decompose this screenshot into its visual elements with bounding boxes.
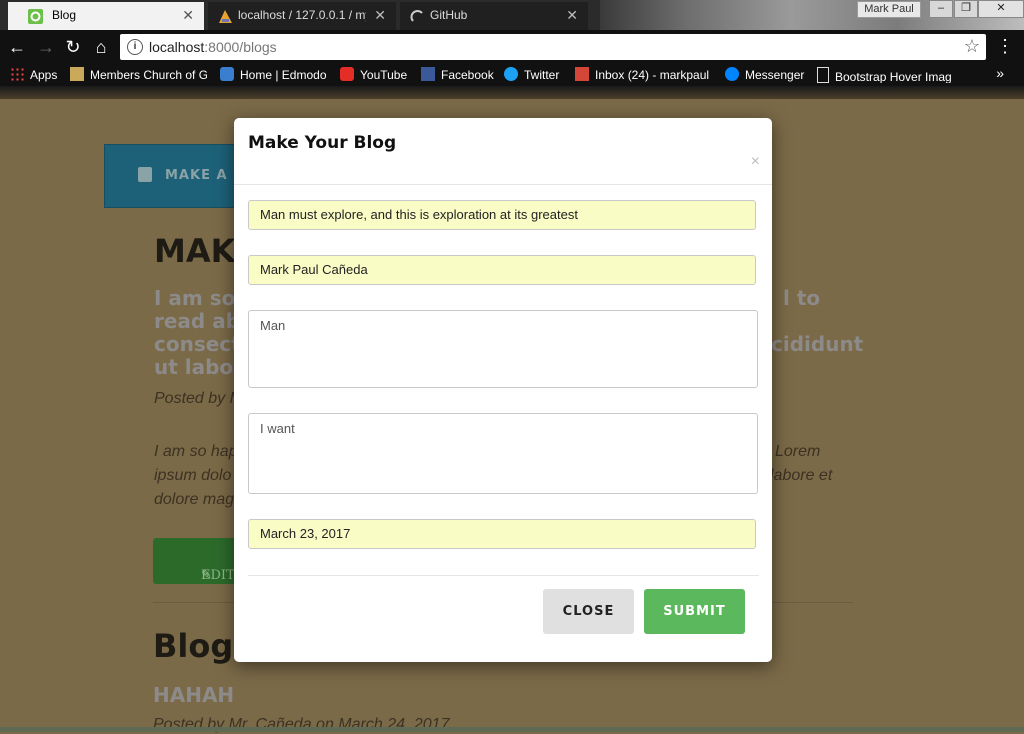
profile-badge[interactable]: Mark Paul	[857, 1, 921, 18]
posted-by: Posted by M	[154, 390, 243, 407]
bookmark-youtube[interactable]: YouTube	[340, 67, 407, 83]
bookmark-label: Bootstrap Hover Imag	[835, 70, 952, 83]
bookmark-star-icon[interactable]: ☆	[964, 36, 980, 57]
content-textarea[interactable]: I want	[248, 413, 758, 494]
subtitle-line: cididunt	[771, 332, 864, 356]
bookmark-label: Members Church of G	[90, 68, 207, 82]
blog-title: MAK	[154, 232, 236, 270]
tab-close-icon[interactable]: ✕	[182, 7, 194, 24]
modal-close-icon[interactable]: ×	[751, 153, 760, 171]
site-info-icon[interactable]: i	[127, 39, 143, 55]
restore-icon[interactable]: ❐	[954, 0, 978, 18]
forward-icon[interactable]: →	[35, 36, 57, 58]
tab-close-icon[interactable]: ✕	[374, 7, 386, 24]
tab-title: Blog	[52, 8, 77, 22]
page-header-strip	[0, 86, 1024, 99]
bookmark-label: Twitter	[524, 68, 560, 82]
url-text[interactable]: localhost:8000/blogs	[149, 39, 277, 55]
url-path: :8000/blogs	[204, 39, 277, 55]
reload-icon[interactable]: ↻	[62, 36, 84, 58]
date-input[interactable]: March 23, 2017	[248, 519, 756, 549]
bookmark-twitter[interactable]: Twitter	[504, 67, 559, 83]
blog2-subtitle: HAHAH	[153, 683, 235, 707]
book-icon	[138, 167, 152, 182]
blog2-title: Blog	[153, 627, 234, 665]
subtitle-textarea[interactable]: Man	[248, 310, 758, 388]
browser-menu-icon[interactable]: ⋮	[996, 36, 1014, 57]
minimize-icon[interactable]: –	[929, 0, 953, 18]
blog-excerpt-right: Lorem labore et	[770, 440, 845, 488]
page-icon	[817, 67, 829, 83]
tab-title: localhost / 127.0.0.1 / my	[238, 8, 366, 22]
modal-header-divider	[234, 184, 772, 185]
bookmark-label: Home | Edmodo	[240, 68, 327, 82]
modal-title: Make Your Blog	[248, 133, 397, 153]
home-icon[interactable]: ⌂	[90, 36, 112, 58]
back-icon[interactable]: ←	[6, 36, 28, 58]
close-button[interactable]: CLOSE	[543, 589, 634, 634]
subtitle-line	[783, 310, 863, 333]
taskbar-edge	[0, 727, 1024, 732]
address-bar[interactable]: i localhost:8000/blogs ☆	[120, 34, 986, 60]
excerpt-line: labore et	[770, 467, 833, 484]
subtitle-line: l to	[783, 286, 821, 310]
more-bookmarks-icon[interactable]: »	[996, 65, 1004, 81]
edit-label: EDIT	[201, 568, 235, 583]
tab-strip: Blog ✕ localhost / 127.0.0.1 / my ✕ GitH…	[0, 0, 1024, 30]
blog-favicon-icon	[28, 9, 43, 24]
bookmark-label: YouTube	[360, 68, 408, 82]
bookmark-gmail[interactable]: Inbox (24) - markpaul	[575, 67, 712, 83]
twitter-icon	[504, 67, 518, 81]
bookmarks-bar: Apps Members Church of G Home | Edmodo Y…	[0, 64, 1024, 86]
bookmark-messenger[interactable]: Messenger	[725, 67, 804, 83]
youtube-icon	[340, 67, 354, 81]
bookmark-edmodo[interactable]: Home | Edmodo	[220, 67, 327, 83]
gmail-icon	[575, 67, 589, 81]
tab-phpmyadmin[interactable]: localhost / 127.0.0.1 / my ✕	[208, 2, 396, 30]
bookmark-church[interactable]: Members Church of G	[70, 67, 207, 83]
facebook-icon	[421, 67, 435, 81]
bookmark-label: Messenger	[745, 68, 805, 82]
title-input[interactable]: Man must explore, and this is exploratio…	[248, 200, 756, 230]
make-blog-label: MAKE A B	[165, 168, 244, 183]
excerpt-line: Lorem	[775, 443, 821, 460]
church-icon	[70, 67, 84, 81]
author-input[interactable]: Mark Paul Cañeda	[248, 255, 756, 285]
window-close-icon[interactable]: ✕	[978, 0, 1024, 18]
edit-button[interactable]: ✎ EDIT	[153, 538, 243, 584]
make-blog-modal: Make Your Blog × Man must explore, and t…	[234, 118, 772, 662]
loading-spinner-icon	[410, 10, 423, 22]
tab-github[interactable]: GitHub ✕	[400, 2, 588, 30]
bookmark-label: Facebook	[441, 68, 494, 82]
messenger-icon	[725, 67, 739, 81]
browser-toolbar: ← → ↻ ⌂ i localhost:8000/blogs ☆ ⋮	[0, 30, 1024, 64]
bookmark-label: Inbox (24) - markpaul	[595, 68, 710, 82]
url-host: localhost	[149, 39, 205, 55]
tab-title: GitHub	[430, 8, 468, 22]
bookmark-apps[interactable]: Apps	[10, 67, 57, 83]
edmodo-icon	[220, 67, 234, 81]
bookmark-bootstrap[interactable]: Bootstrap Hover Imag	[817, 67, 952, 83]
submit-button[interactable]: SUBMIT	[644, 589, 745, 634]
tab-close-icon[interactable]: ✕	[566, 7, 578, 24]
blog-subtitle-right: l to cididunt	[771, 286, 863, 356]
phpmyadmin-favicon-icon	[219, 10, 232, 23]
bookmark-label: Apps	[30, 68, 58, 82]
tab-blog[interactable]: Blog ✕	[8, 2, 204, 30]
bookmark-facebook[interactable]: Facebook	[421, 67, 494, 83]
modal-footer-divider	[248, 575, 759, 576]
apps-grid-icon	[10, 67, 24, 81]
